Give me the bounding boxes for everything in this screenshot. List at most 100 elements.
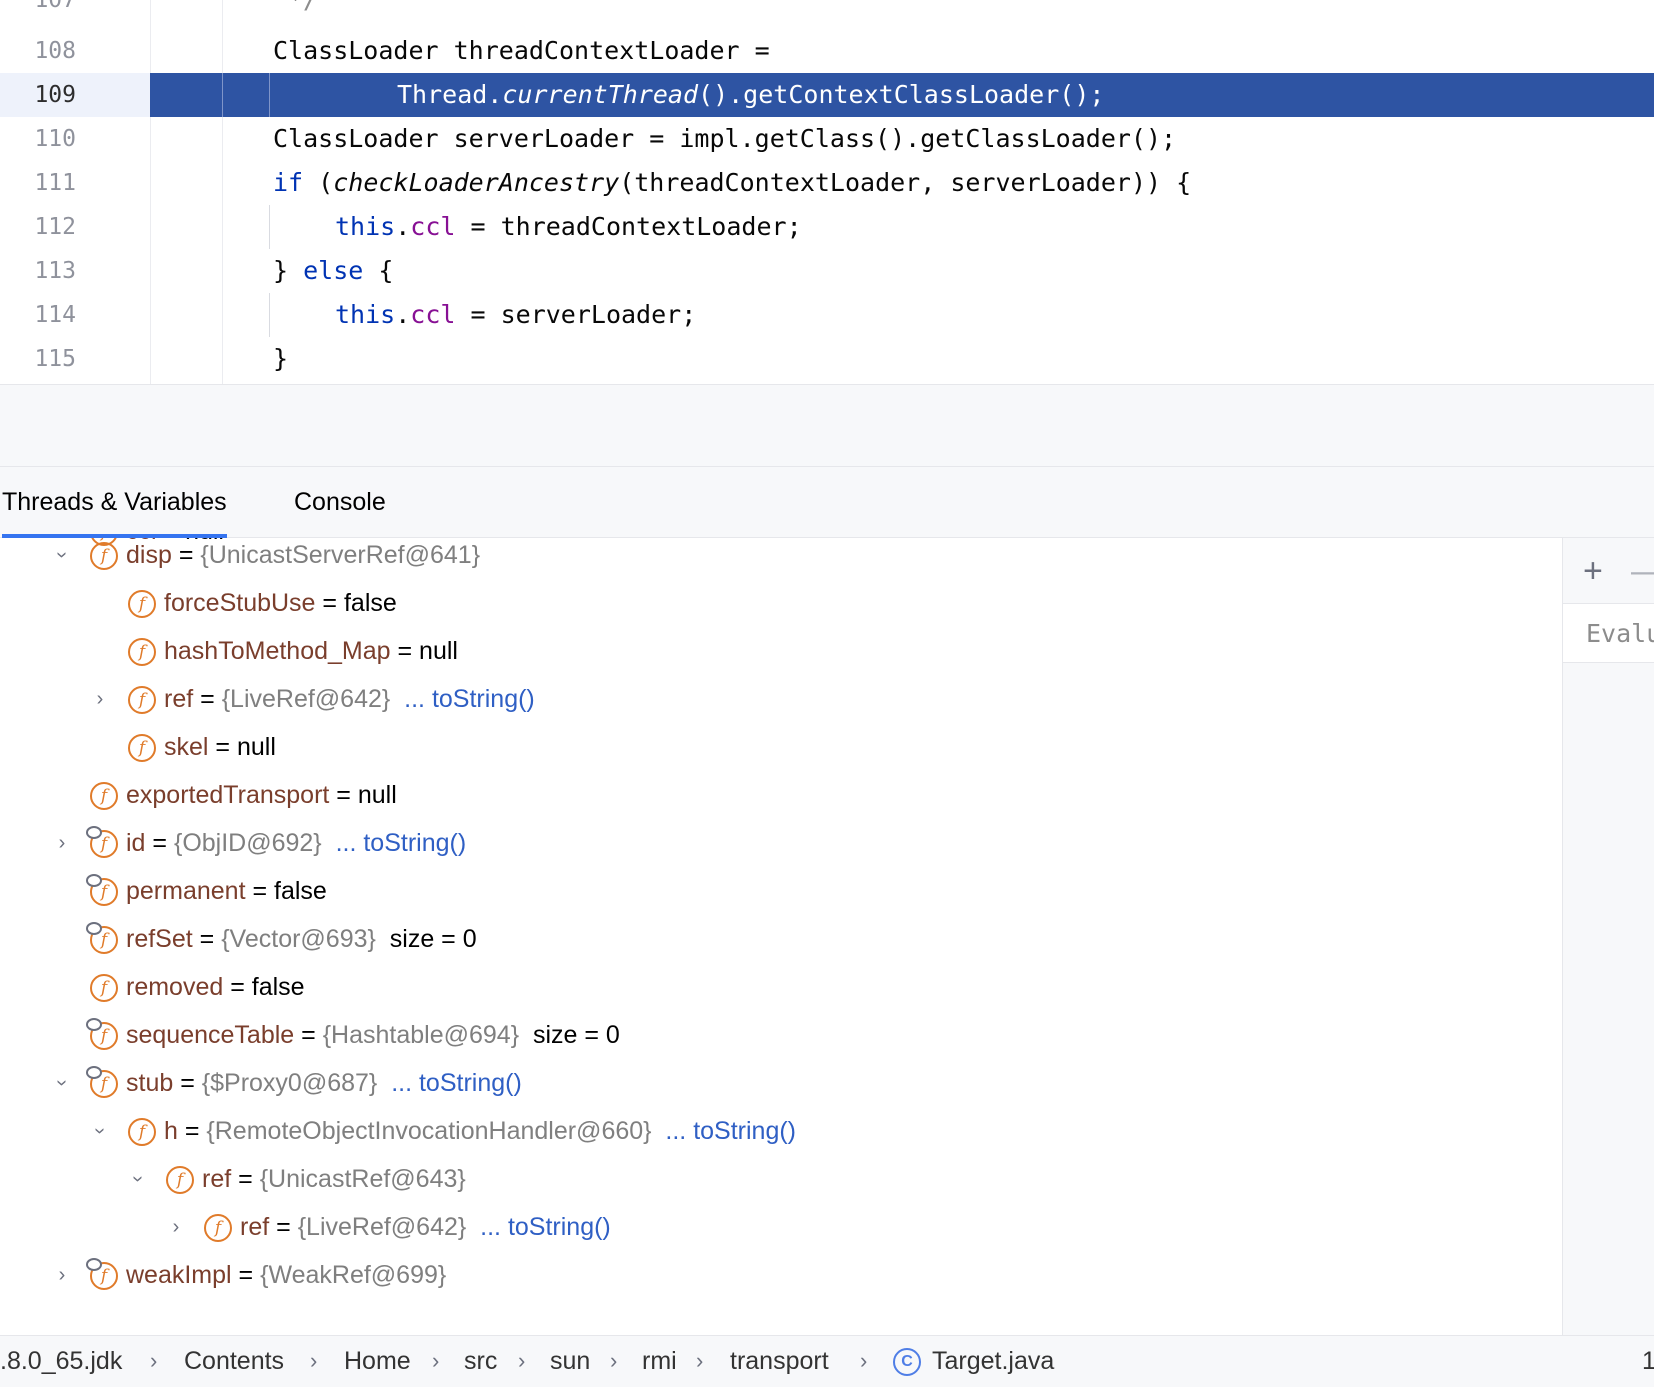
field-icon: f xyxy=(90,782,118,810)
breadcrumb-item[interactable]: transport xyxy=(730,1336,829,1386)
chevron-right-icon[interactable]: › xyxy=(50,1251,74,1299)
to-string-link[interactable]: ... toString() xyxy=(665,1117,796,1145)
line-number-cell[interactable]: 110 xyxy=(0,117,150,161)
line-number: 107 xyxy=(34,0,76,13)
line-number-cell[interactable]: 114 xyxy=(0,293,150,337)
code-line[interactable]: 113 } else { xyxy=(0,249,1654,293)
tree-row[interactable]: f skel = null xyxy=(0,723,1562,771)
chevron-right-icon: › xyxy=(150,1348,158,1373)
line-number-cell[interactable]: 109 xyxy=(0,73,150,117)
tree-row[interactable]: › f weakImpl = {WeakRef@699} xyxy=(0,1251,1562,1299)
indent-guide xyxy=(222,73,223,117)
code-text: } xyxy=(273,344,289,373)
tree-row[interactable]: f removed = false xyxy=(0,963,1562,1011)
chevron-right-icon[interactable]: › xyxy=(50,819,74,867)
chevron-right-icon: › xyxy=(432,1348,440,1373)
code-line[interactable]: 107 */ xyxy=(0,0,1654,22)
remove-watch-button[interactable]: — xyxy=(1631,554,1654,588)
line-number: 110 xyxy=(34,126,76,152)
breadcrumb-item[interactable]: rmi xyxy=(642,1336,677,1386)
code-text: ClassLoader serverLoader = impl.getClass… xyxy=(273,124,1177,153)
tree-row[interactable]: › f stub = {$Proxy0@687} ... toString() xyxy=(0,1059,1562,1107)
code-text: } else { xyxy=(273,256,394,285)
watch-field-icon: f xyxy=(86,1066,118,1098)
evaluate-expression-input[interactable]: Evalu xyxy=(1563,603,1654,663)
line-number-cell[interactable]: 115 xyxy=(0,337,150,381)
watch-field-icon: f xyxy=(86,1018,118,1050)
line-number-cell[interactable]: 113 xyxy=(0,249,150,293)
line-number-cell[interactable]: 108 xyxy=(0,29,150,73)
code-line[interactable]: 112 this.ccl = threadContextLoader; xyxy=(0,205,1654,249)
tree-row[interactable]: f permanent = false xyxy=(0,867,1562,915)
breadcrumb-trailing: 1 xyxy=(1642,1347,1654,1375)
line-number: 112 xyxy=(34,214,76,240)
field-icon: f xyxy=(128,734,156,762)
code-text: if (checkLoaderAncestry(threadContextLoa… xyxy=(273,168,1192,197)
to-string-link[interactable]: ... toString() xyxy=(336,829,467,857)
tree-row[interactable]: › f h = {RemoteObjectInvocationHandler@6… xyxy=(0,1107,1562,1155)
tree-row[interactable]: › f ref = {LiveRef@642} ... toString() xyxy=(0,1203,1562,1251)
tree-row[interactable]: f forceStubUse = false xyxy=(0,579,1562,627)
field-icon: f xyxy=(128,590,156,618)
code-line[interactable]: 108 ClassLoader threadContextLoader = xyxy=(0,29,1654,73)
current-code-line[interactable]: 109 Thread.currentThread().getContextCla… xyxy=(0,73,1654,117)
tab-console[interactable]: Console xyxy=(294,467,386,537)
tab-threads-variables[interactable]: Threads & Variables xyxy=(2,467,227,538)
chevron-right-icon: › xyxy=(696,1348,704,1373)
breadcrumb-item[interactable]: Home xyxy=(344,1336,411,1386)
chevron-down-icon[interactable]: › xyxy=(38,1071,86,1095)
chevron-right-icon[interactable]: › xyxy=(88,675,112,723)
code-text: this.ccl = serverLoader; xyxy=(335,300,697,329)
field-icon: f xyxy=(90,542,118,570)
line-number: 111 xyxy=(34,170,76,196)
indent-guide xyxy=(269,73,270,117)
panel-splitter[interactable] xyxy=(0,385,1654,467)
tree-row[interactable]: f hashToMethod_Map = null xyxy=(0,627,1562,675)
add-watch-button[interactable]: + xyxy=(1583,554,1603,588)
tree-row[interactable]: › f ref = {LiveRef@642} ... toString() xyxy=(0,675,1562,723)
debug-tab-bar: Threads & Variables Console xyxy=(0,467,1654,538)
tree-row[interactable]: › f disp = {UnicastServerRef@641} xyxy=(0,538,1562,579)
class-icon: C xyxy=(893,1348,921,1376)
line-number-cell[interactable]: 112 xyxy=(0,205,150,249)
field-icon: f xyxy=(128,1118,156,1146)
chevron-down-icon[interactable]: › xyxy=(38,543,86,567)
tree-row[interactable]: f exportedTransport = null xyxy=(0,771,1562,819)
to-string-link[interactable]: ... toString() xyxy=(480,1213,611,1241)
to-string-link[interactable]: ... toString() xyxy=(391,1069,522,1097)
to-string-link[interactable]: ... toString() xyxy=(404,685,535,713)
chevron-down-icon[interactable]: › xyxy=(76,1119,124,1143)
variables-tree[interactable]: f ccl = null › f disp = {UnicastServerRe… xyxy=(0,538,1562,1335)
code-text: this.ccl = threadContextLoader; xyxy=(335,212,802,241)
code-text: ClassLoader threadContextLoader = xyxy=(273,36,770,65)
code-line[interactable]: 110 ClassLoader serverLoader = impl.getC… xyxy=(0,117,1654,161)
watches-panel: + — Evalu xyxy=(1562,538,1654,1335)
field-icon: f xyxy=(166,1166,194,1194)
breadcrumb-item-file[interactable]: Target.java xyxy=(932,1336,1054,1386)
indent-guide xyxy=(269,205,270,249)
code-editor[interactable]: 107 */ 108 ClassLoader threadContextLoad… xyxy=(0,0,1654,385)
tree-row[interactable]: › f ref = {UnicastRef@643} xyxy=(0,1155,1562,1203)
breadcrumb-item[interactable]: Contents xyxy=(184,1336,284,1386)
code-line[interactable]: 114 this.ccl = serverLoader; xyxy=(0,293,1654,337)
breadcrumb: .8.0_65.jdk › Contents › Home › src › su… xyxy=(0,1335,1654,1387)
line-number-cell[interactable]: 111 xyxy=(0,161,150,205)
indent-guide xyxy=(269,293,270,337)
tree-row[interactable]: f refSet = {Vector@693} size = 0 xyxy=(0,915,1562,963)
breadcrumb-item[interactable]: src xyxy=(464,1336,497,1386)
line-number: 109 xyxy=(34,82,76,108)
comment-end: */ xyxy=(288,0,318,22)
chevron-right-icon: › xyxy=(518,1348,526,1373)
breadcrumb-item[interactable]: sun xyxy=(550,1336,590,1386)
tree-row[interactable]: f sequenceTable = {Hashtable@694} size =… xyxy=(0,1011,1562,1059)
chevron-down-icon[interactable]: › xyxy=(114,1167,162,1191)
code-line[interactable]: 115 } xyxy=(0,337,1654,381)
tree-row[interactable]: › f id = {ObjID@692} ... toString() xyxy=(0,819,1562,867)
line-number: 114 xyxy=(34,302,76,328)
chevron-right-icon[interactable]: › xyxy=(164,1203,188,1251)
code-line[interactable]: 111 if (checkLoaderAncestry(threadContex… xyxy=(0,161,1654,205)
line-number-cell[interactable]: 107 xyxy=(0,0,150,22)
line-number: 108 xyxy=(34,38,76,64)
breadcrumb-item[interactable]: .8.0_65.jdk xyxy=(0,1336,122,1386)
watch-field-icon: f xyxy=(86,874,118,906)
